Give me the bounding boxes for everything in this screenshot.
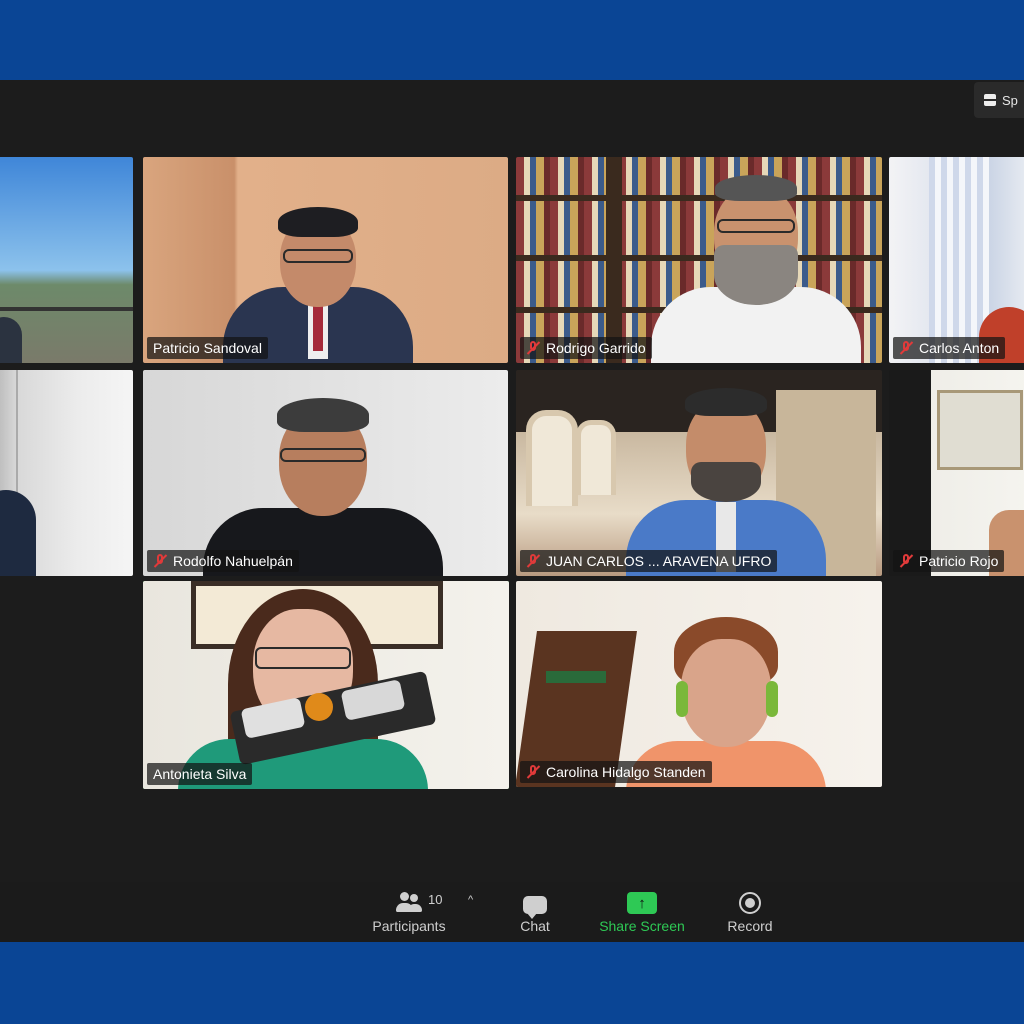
chat-button[interactable]: Chat bbox=[510, 886, 560, 938]
name-tag: Carlos Anton bbox=[893, 337, 1006, 359]
participant-figure bbox=[646, 167, 866, 363]
view-button-label: Sp bbox=[1002, 92, 1018, 108]
muted-mic-icon bbox=[153, 554, 167, 568]
name-tag: Patricio Sandoval bbox=[147, 337, 268, 359]
name-tag: Carolina Hidalgo Standen bbox=[520, 761, 712, 783]
video-tile-rodolfo-nahuelpan[interactable]: Rodolfo Nahuelpán bbox=[143, 370, 508, 576]
participants-count: 10 bbox=[428, 892, 443, 907]
top-blue-band bbox=[0, 0, 1024, 80]
bottom-blue-band bbox=[0, 942, 1024, 1024]
video-tile-city[interactable] bbox=[0, 157, 133, 363]
video-tile-carolina-hidalgo[interactable]: Carolina Hidalgo Standen bbox=[516, 581, 882, 787]
video-tile-patricio-sandoval[interactable]: Patricio Sandoval bbox=[143, 157, 508, 363]
record-button[interactable]: Record bbox=[720, 886, 780, 938]
video-tile-office[interactable] bbox=[0, 370, 133, 576]
chat-label: Chat bbox=[520, 918, 550, 934]
chat-icon bbox=[523, 896, 547, 919]
record-label: Record bbox=[727, 918, 773, 934]
participant-figure bbox=[203, 390, 443, 576]
video-tile-juan-carlos[interactable]: JUAN CARLOS ... ARAVENA UFRO bbox=[516, 370, 882, 576]
muted-mic-icon bbox=[526, 554, 540, 568]
video-tile-patricio-rojo[interactable]: Patricio Rojo bbox=[889, 370, 1024, 576]
participants-label: Participants bbox=[372, 918, 446, 934]
speaker-view-button[interactable]: Sp bbox=[974, 82, 1024, 118]
participants-caret-icon[interactable]: ^ bbox=[468, 894, 473, 906]
video-gallery: Sp Patricio Sandoval Rodrigo Garrido Car… bbox=[0, 80, 1024, 882]
video-tile-rodrigo-garrido[interactable]: Rodrigo Garrido bbox=[516, 157, 882, 363]
name-tag: Patricio Rojo bbox=[893, 550, 1005, 572]
record-icon bbox=[739, 892, 761, 914]
video-tile-antonieta-silva[interactable]: Antonieta Silva bbox=[143, 581, 509, 789]
name-tag: Rodrigo Garrido bbox=[520, 337, 652, 359]
share-screen-label: Share Screen bbox=[599, 918, 685, 934]
muted-mic-icon bbox=[526, 765, 540, 779]
muted-mic-icon bbox=[526, 341, 540, 355]
participant-figure bbox=[626, 380, 826, 576]
participants-icon bbox=[394, 892, 424, 914]
meeting-toolbar: Participants 10 ^ Chat ↑ Share Screen Re… bbox=[0, 882, 1024, 942]
name-tag: Antonieta Silva bbox=[147, 763, 253, 785]
view-grid-icon bbox=[984, 94, 996, 106]
share-screen-icon: ↑ bbox=[627, 892, 657, 914]
name-tag: JUAN CARLOS ... ARAVENA UFRO bbox=[520, 550, 778, 572]
name-tag: Rodolfo Nahuelpán bbox=[147, 550, 299, 572]
muted-mic-icon bbox=[899, 341, 913, 355]
muted-mic-icon bbox=[899, 554, 913, 568]
share-screen-button[interactable]: ↑ Share Screen bbox=[590, 886, 694, 938]
video-tile-carlos-anton[interactable]: Carlos Anton bbox=[889, 157, 1024, 363]
